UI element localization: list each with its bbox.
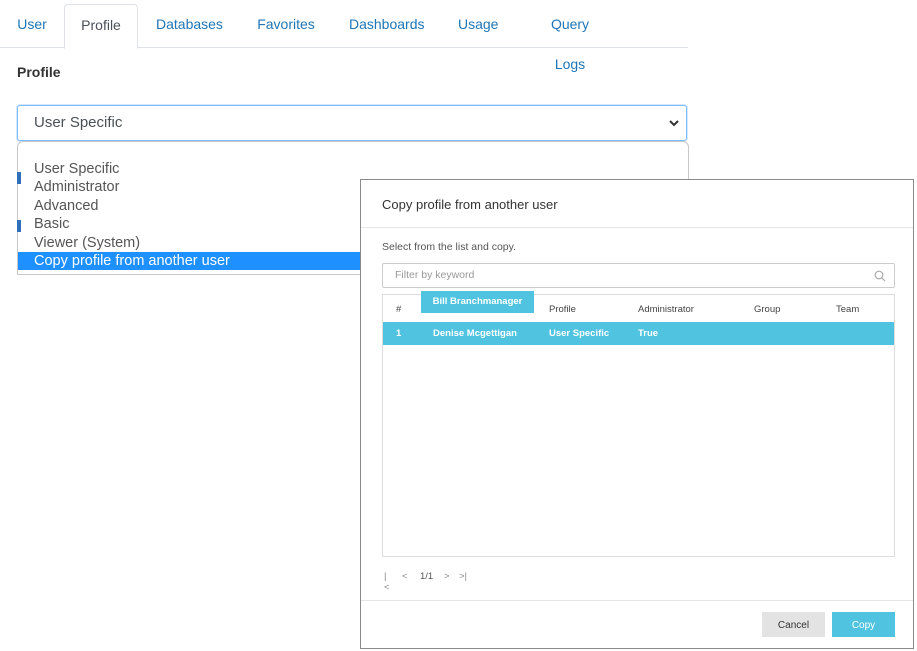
option-user-specific[interactable]: User Specific [18,160,688,178]
cell-administrator: True [638,328,659,339]
cancel-button[interactable]: Cancel [762,612,825,637]
dialog-footer-divider [361,600,913,601]
cell-number: 1 [396,328,402,339]
profile-select[interactable]: User Specific [17,105,687,141]
dialog-title: Copy profile from another user [382,197,558,212]
tab-databases[interactable]: Databases [156,4,223,46]
background-checkbox-fragment [17,172,21,184]
tab-favorites[interactable]: Favorites [257,4,315,46]
dialog-hint: Select from the list and copy. [382,241,517,253]
tab-user[interactable]: User [16,4,48,46]
section-title: Profile [17,64,61,80]
search-icon[interactable] [874,270,886,282]
chevron-down-icon [669,120,679,127]
tab-query-logs[interactable]: Query Logs [534,4,606,72]
tab-dashboards[interactable]: Dashboards [349,4,425,46]
cell-profile: User Specific [549,328,610,339]
column-header-profile[interactable]: Profile [549,304,576,315]
last-page-button[interactable]: >| [459,571,467,582]
copy-button[interactable]: Copy [832,612,895,637]
dialog-header: Copy profile from another user [361,180,913,228]
filter-input[interactable] [393,268,867,282]
column-header-number[interactable]: # [396,304,401,315]
column-header-administrator[interactable]: Administrator [638,304,694,315]
tab-usage[interactable]: Usage [458,4,498,46]
page-indicator: 1/1 [420,571,434,582]
column-header-name-tooltip: Bill Branchmanager [421,291,534,313]
background-checkbox-fragment [17,220,21,232]
prev-page-button[interactable]: < [402,571,408,582]
profile-select-value: User Specific [34,114,123,131]
filter-input-box[interactable] [382,263,895,288]
column-header-group[interactable]: Group [754,304,780,315]
cell-name: Denise Mcgettigan [433,328,517,339]
tab-profile[interactable]: Profile [64,4,138,49]
first-page-button[interactable]: |< [384,571,390,593]
next-page-button[interactable]: > [444,571,450,582]
copy-profile-dialog: Copy profile from another user Select fr… [360,179,914,649]
users-table: # Profile Administrator Group Team 1 Den… [382,291,895,557]
column-header-team[interactable]: Team [836,304,859,315]
tab-bar: User Profile Databases Favorites Dashboa… [0,0,688,72]
table-row[interactable]: 1 Denise Mcgettigan User Specific True [383,322,894,345]
